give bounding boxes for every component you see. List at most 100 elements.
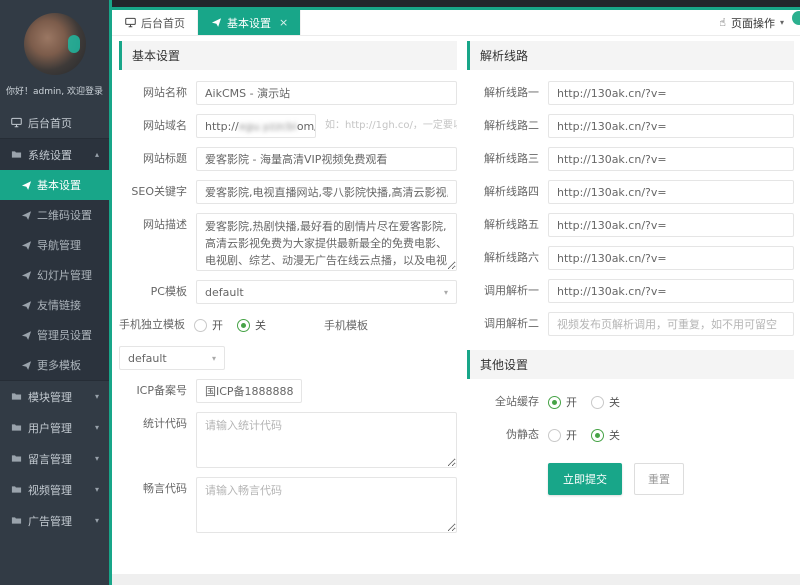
folder-icon (10, 149, 22, 161)
send-icon (20, 359, 32, 371)
tab-label: 基本设置 (227, 15, 271, 31)
icp-input[interactable] (196, 379, 302, 403)
chevron-down-icon: ▾ (95, 454, 99, 463)
seo-keywords-input[interactable] (196, 180, 457, 204)
parse-line-2-input[interactable] (548, 114, 794, 138)
parse-line-6-input[interactable] (548, 246, 794, 270)
top-dark-strip (112, 0, 800, 7)
sidebar-item-dashboard[interactable]: 后台首页 (0, 107, 109, 138)
sidebar-item-admin-settings[interactable]: 管理员设置 (0, 320, 109, 350)
sidebar-item-label: 友情链接 (37, 297, 81, 313)
field-label: 畅言代码 (119, 477, 187, 501)
field-label: ICP备案号 (119, 379, 187, 403)
sidebar-item-label: 视频管理 (28, 482, 72, 498)
send-icon (20, 209, 32, 221)
settings-content: 基本设置 网站名称 网站域名 http://xgu.yzzcbiom/ 如：ht… (112, 36, 800, 574)
field-mobile-template: default ▾ (119, 346, 457, 370)
site-name-input[interactable] (196, 81, 457, 105)
parse-line-5-input[interactable] (548, 213, 794, 237)
sidebar-item-label: 广告管理 (28, 513, 72, 529)
field-label: 解析线路五 (467, 213, 539, 237)
sidebar-item-label: 模块管理 (28, 389, 72, 405)
tab-label: 后台首页 (141, 15, 185, 31)
stats-code-textarea[interactable] (196, 412, 457, 468)
chevron-down-icon: ▾ (95, 423, 99, 432)
rewrite-on-radio[interactable] (548, 429, 561, 442)
parse-line-3-input[interactable] (548, 147, 794, 171)
field-label: 解析线路三 (467, 147, 539, 171)
field-parse-line-6: 解析线路六 (467, 246, 794, 270)
send-icon (20, 269, 32, 281)
avatar[interactable] (24, 13, 86, 75)
field-site-title: 网站标题 (119, 147, 457, 171)
send-icon (210, 17, 222, 29)
sidebar-item-ad-management[interactable]: 广告管理 ▾ (0, 505, 109, 536)
sidebar-group-system: 系统设置 ▴ 基本设置 二维码设置 (0, 138, 109, 381)
chevron-down-icon: ▾ (444, 288, 448, 297)
field-parse-line-2: 解析线路二 (467, 114, 794, 138)
admin-app: 你好！admin, 欢迎登录 后台首页 系统设置 ▴ (0, 0, 800, 585)
parse-line-1-input[interactable] (548, 81, 794, 105)
folder-icon (10, 422, 22, 434)
sidebar-item-label: 更多模板 (37, 357, 81, 373)
hand-pointer-icon: ☝ (719, 16, 726, 29)
sidebar-item-more-templates[interactable]: 更多模板 (0, 350, 109, 380)
domain-input[interactable]: http://xgu.yzzcbiom/ (196, 114, 316, 138)
field-label: 解析线路六 (467, 246, 539, 270)
field-label: 手机独立模板 (119, 313, 185, 337)
field-label: 网站域名 (119, 114, 187, 138)
call-parse-2-input[interactable] (548, 312, 794, 336)
sidebar-item-label: 管理员设置 (37, 327, 92, 343)
mobile-standalone-on-radio[interactable] (194, 319, 207, 332)
send-icon (20, 329, 32, 341)
section-title-basic: 基本设置 (119, 41, 457, 70)
selected-value: default (128, 352, 167, 365)
folder-icon (10, 484, 22, 496)
field-label: 解析线路四 (467, 180, 539, 204)
reset-button[interactable]: 重置 (634, 463, 684, 495)
sidebar-item-qrcode-settings[interactable]: 二维码设置 (0, 200, 109, 230)
sidebar-item-label: 后台首页 (28, 115, 72, 131)
sidebar-item-user-management[interactable]: 用户管理 ▾ (0, 412, 109, 443)
field-site-name: 网站名称 (119, 81, 457, 105)
site-cache-off-radio[interactable] (591, 396, 604, 409)
pc-template-select[interactable]: default ▾ (196, 280, 457, 304)
radio-label: 关 (609, 427, 620, 443)
sidebar-item-module-management[interactable]: 模块管理 ▾ (0, 381, 109, 412)
mobile-template-select[interactable]: default ▾ (119, 346, 225, 370)
mobile-standalone-off-radio[interactable] (237, 319, 250, 332)
tab-basic-settings[interactable]: 基本设置 × (198, 10, 301, 35)
folder-icon (10, 453, 22, 465)
site-description-textarea[interactable]: 爱客影院,热剧快播,最好看的剧情片尽在爱客影院,高清云影视免费为大家提供最新最全… (196, 213, 457, 271)
sidebar-item-basic-settings[interactable]: 基本设置 (0, 170, 109, 200)
sidebar-item-friend-links[interactable]: 友情链接 (0, 290, 109, 320)
page-actions-label: 页面操作 (731, 15, 775, 31)
submit-button[interactable]: 立即提交 (548, 463, 622, 495)
domain-hint: 如：http://1gh.co/，一定要以斜杠结尾，否则出错! (325, 114, 457, 138)
radio-label: 开 (566, 427, 577, 443)
send-icon (20, 299, 32, 311)
site-cache-on-radio[interactable] (548, 396, 561, 409)
parse-line-4-input[interactable] (548, 180, 794, 204)
close-icon[interactable]: × (279, 16, 288, 29)
field-label: SEO关键字 (119, 180, 187, 204)
sidebar-item-label: 用户管理 (28, 420, 72, 436)
sidebar-item-message-management[interactable]: 留言管理 ▾ (0, 443, 109, 474)
call-parse-1-input[interactable] (548, 279, 794, 303)
domain-suffix: om/ (297, 120, 316, 133)
monitor-icon (124, 17, 136, 29)
field-icp: ICP备案号 (119, 379, 457, 403)
sidebar-item-nav-management[interactable]: 导航管理 (0, 230, 109, 260)
changyan-code-textarea[interactable] (196, 477, 457, 533)
page-actions-dropdown[interactable]: ☝ 页面操作 ▾ (703, 10, 800, 35)
field-label: 网站描述 (119, 213, 187, 237)
sidebar-item-slides-management[interactable]: 幻灯片管理 (0, 260, 109, 290)
site-title-input[interactable] (196, 147, 457, 171)
tab-dashboard[interactable]: 后台首页 (112, 10, 198, 35)
chevron-down-icon: ▾ (95, 485, 99, 494)
radio-label: 开 (212, 317, 223, 333)
field-label: 调用解析二 (467, 312, 539, 336)
rewrite-off-radio[interactable] (591, 429, 604, 442)
sidebar-item-video-management[interactable]: 视频管理 ▾ (0, 474, 109, 505)
sidebar-item-system-settings[interactable]: 系统设置 ▴ (0, 139, 109, 170)
